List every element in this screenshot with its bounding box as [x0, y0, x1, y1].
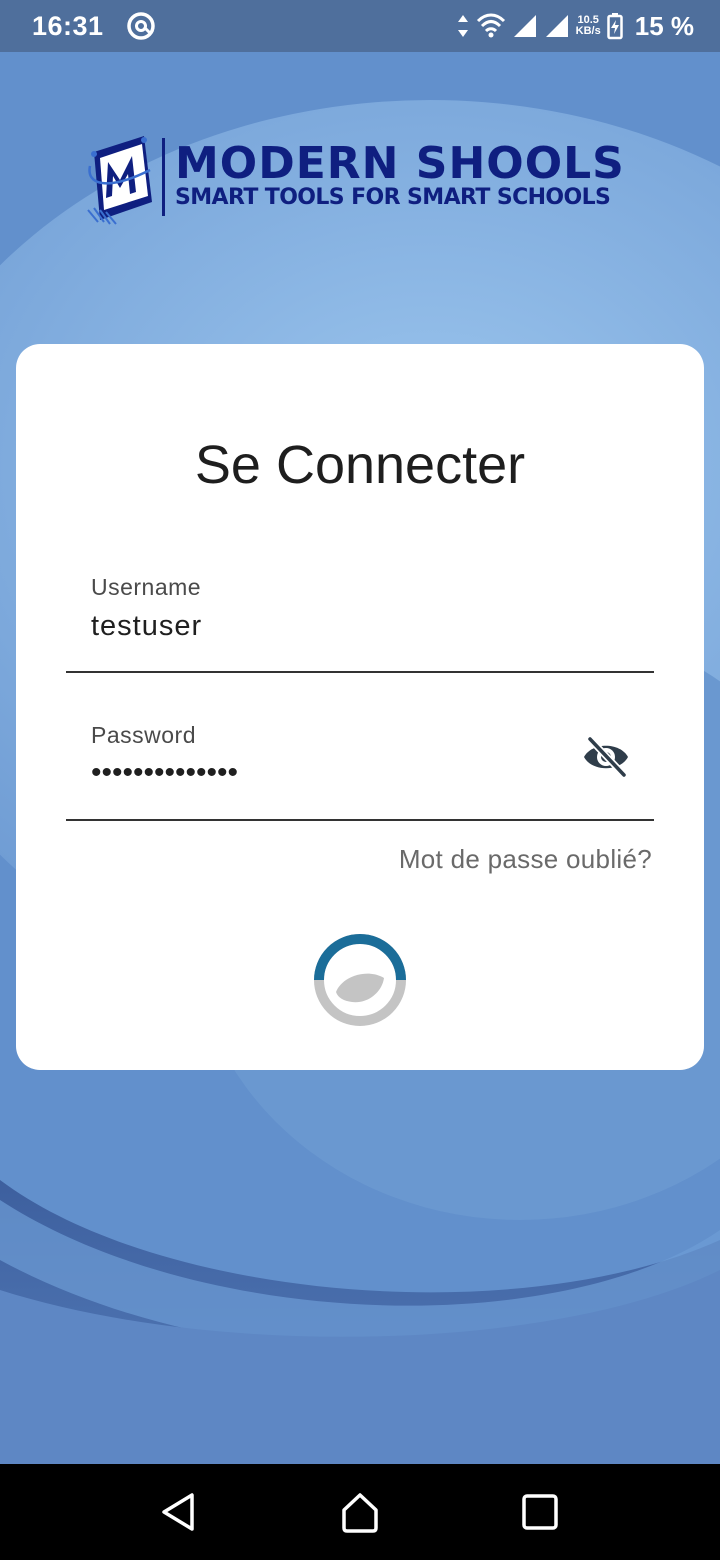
recents-square-icon[interactable]	[516, 1488, 564, 1536]
home-icon[interactable]	[336, 1488, 384, 1536]
status-time: 16:31	[32, 10, 104, 41]
back-triangle-icon[interactable]	[154, 1488, 202, 1536]
login-title: Se Connecter	[194, 435, 526, 495]
username-label: Username	[91, 574, 202, 600]
password-label: Password	[91, 722, 196, 748]
logo-title: MODERN SHOOLS	[175, 138, 625, 189]
battery-charging-icon	[606, 13, 623, 40]
battery-percent: 15 %	[634, 10, 694, 41]
logo-divider	[162, 138, 165, 216]
modern-schools-logo-icon	[87, 136, 152, 225]
username-underline	[66, 671, 654, 673]
app-logo: MODERN SHOOLS SMART TOOLS FOR SMART SCHO…	[86, 132, 666, 228]
eye-off-icon[interactable]	[582, 736, 630, 778]
password-field[interactable]: Password ••••••••••••••	[66, 708, 654, 822]
at-sign-icon	[126, 12, 155, 40]
data-arrows-icon	[457, 15, 468, 37]
username-field[interactable]: Username testuser	[66, 560, 654, 674]
signal-icon-2	[545, 15, 568, 37]
status-bar: 16:31 10.5 KB/s 15 %	[0, 0, 720, 52]
net-speed-unit: KB/s	[575, 25, 601, 37]
forgot-password-link[interactable]: Mot de passe oublié?	[399, 844, 652, 875]
status-icons: 10.5 KB/s 15 %	[456, 11, 694, 42]
signal-icon-1	[513, 15, 536, 37]
net-speed: 10.5 KB/s	[576, 15, 601, 37]
password-underline	[66, 819, 654, 821]
loading-spinner-icon	[314, 934, 406, 1026]
logo-subtitle: SMART TOOLS FOR SMART SCHOOLS	[175, 185, 611, 210]
logo-text: MODERN SHOOLS SMART TOOLS FOR SMART SCHO…	[175, 132, 625, 210]
wifi-icon	[476, 13, 505, 38]
navigation-bar	[0, 1464, 720, 1560]
username-input[interactable]: testuser	[91, 610, 202, 643]
password-input[interactable]: ••••••••••••••	[91, 756, 238, 790]
